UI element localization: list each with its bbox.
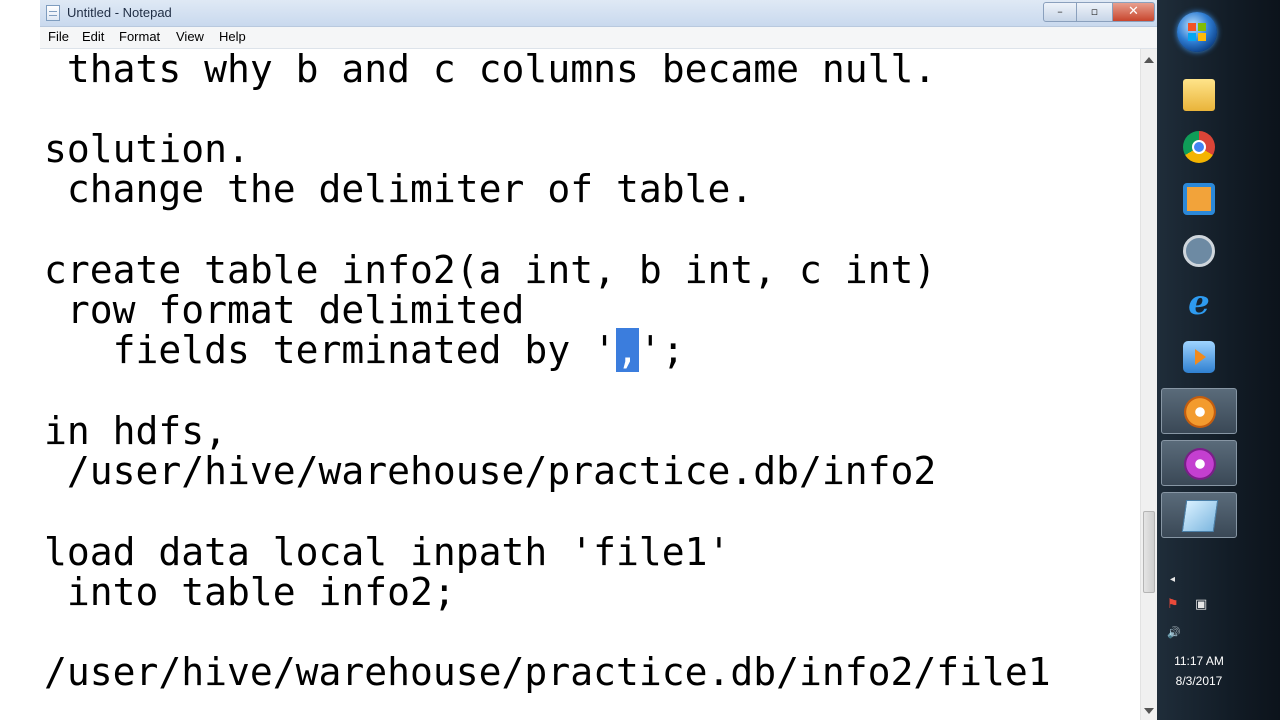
editor-line: create table info2(a int, b int, c int) xyxy=(44,248,937,292)
editor-line-text: fields terminated by ' xyxy=(44,328,616,372)
ie-icon: e xyxy=(1188,283,1210,323)
taskbar: e ◂ ⚑ ▣ 🔊 11:17 AM 8/3/2017 xyxy=(1157,0,1280,720)
editor-line: thats why b and c columns became null. xyxy=(44,49,937,91)
taskbar-vm-button[interactable] xyxy=(1161,176,1237,222)
chrome-icon xyxy=(1183,131,1215,163)
flower-purple-icon xyxy=(1184,448,1216,480)
flower-orange-icon xyxy=(1184,396,1216,428)
editor-line-tail: '; xyxy=(638,328,685,372)
media-icon xyxy=(1183,341,1215,373)
menu-file[interactable]: File xyxy=(46,29,71,44)
action-center-flag-icon[interactable]: ⚑ xyxy=(1167,598,1183,612)
menu-format[interactable]: Format xyxy=(117,29,162,44)
editor-line: change the delimiter of table. xyxy=(44,167,754,211)
scrollbar-thumb[interactable] xyxy=(1143,511,1155,593)
title-bar[interactable]: Untitled - Notepad – ▫ ✕ xyxy=(40,0,1157,27)
text-editor[interactable]: thats why b and c columns became null. s… xyxy=(40,49,1140,720)
editor-line: load data local inpath 'file1' xyxy=(44,530,731,574)
vm-icon xyxy=(1183,183,1215,215)
taskbar-search-button[interactable] xyxy=(1161,228,1237,274)
taskbar-app-purple-button[interactable] xyxy=(1161,440,1237,486)
window-title: Untitled - Notepad xyxy=(67,5,172,20)
clock-date[interactable]: 8/3/2017 xyxy=(1157,674,1241,688)
scroll-up-arrow-icon[interactable] xyxy=(1144,57,1154,63)
start-button[interactable] xyxy=(1177,12,1217,52)
windows-logo-icon xyxy=(1188,23,1206,41)
search-icon xyxy=(1183,235,1215,267)
clock-time[interactable]: 11:17 AM xyxy=(1157,654,1241,668)
notepad-window: Untitled - Notepad – ▫ ✕ File Edit Forma… xyxy=(40,0,1157,720)
editor-line: into table info2; xyxy=(44,570,456,614)
menu-view[interactable]: View xyxy=(174,29,206,44)
menu-edit[interactable]: Edit xyxy=(80,29,106,44)
taskbar-notepad-button[interactable] xyxy=(1161,492,1237,538)
taskbar-chrome-button[interactable] xyxy=(1161,124,1237,170)
selected-text: , xyxy=(615,328,639,372)
menu-bar: File Edit Format View Help xyxy=(40,27,1157,49)
vertical-scrollbar[interactable] xyxy=(1140,49,1157,720)
folder-icon xyxy=(1183,79,1215,111)
maximize-button[interactable]: ▫ xyxy=(1077,2,1113,22)
scroll-down-arrow-icon[interactable] xyxy=(1144,708,1154,714)
editor-line-with-selection: fields terminated by ','; xyxy=(44,328,685,372)
close-button[interactable]: ✕ xyxy=(1113,2,1155,22)
taskbar-explorer-button[interactable] xyxy=(1161,72,1237,118)
editor-line: /user/hive/warehouse/practice.db/info2 xyxy=(44,449,937,493)
editor-line: in hdfs, xyxy=(44,409,228,453)
volume-icon[interactable]: 🔊 xyxy=(1167,626,1183,640)
taskbar-media-button[interactable] xyxy=(1161,334,1237,380)
editor-line: row format delimited xyxy=(44,288,525,332)
show-hidden-icons-chevron-icon[interactable]: ◂ xyxy=(1170,574,1175,585)
editor-line: solution. xyxy=(44,127,250,171)
minimize-button[interactable]: – xyxy=(1043,2,1077,22)
editor-line: /user/hive/warehouse/practice.db/info2/f… xyxy=(44,650,1051,694)
network-icon[interactable]: ▣ xyxy=(1195,598,1211,612)
taskbar-app-orange-button[interactable] xyxy=(1161,388,1237,434)
notepad-icon xyxy=(1181,500,1219,532)
menu-help[interactable]: Help xyxy=(217,29,248,44)
notepad-app-icon[interactable] xyxy=(46,5,60,21)
taskbar-ie-button[interactable]: e xyxy=(1161,280,1237,326)
